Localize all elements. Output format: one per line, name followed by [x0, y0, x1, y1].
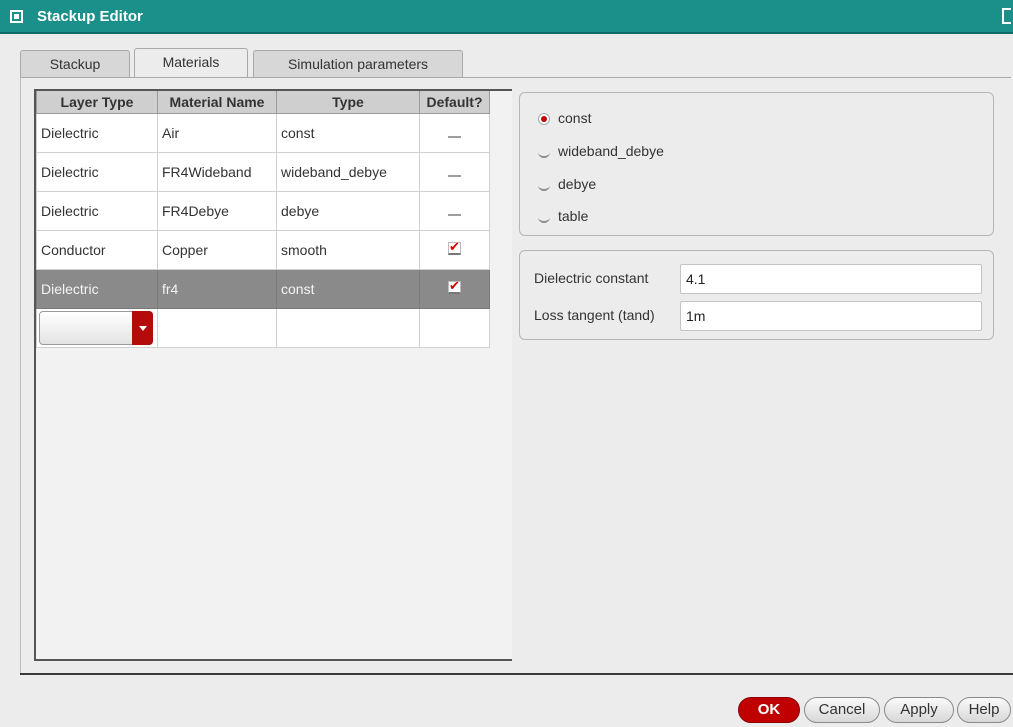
cell-layer-type[interactable]: Dielectric — [36, 112, 158, 153]
help-button[interactable]: Help — [957, 697, 1011, 723]
divider — [20, 673, 1013, 675]
cell-material-name[interactable]: Air — [157, 112, 277, 153]
cell-default-new[interactable] — [419, 307, 490, 348]
column-header-material-name[interactable]: Material Name — [157, 91, 277, 114]
cell-material-name[interactable]: FR4Debye — [157, 190, 277, 231]
table-row-selected[interactable]: Dielectric fr4 const — [36, 268, 490, 309]
tab-simulation-parameters[interactable]: Simulation parameters — [253, 50, 463, 78]
radio-icon[interactable] — [538, 146, 550, 158]
cell-type[interactable]: wideband_debye — [276, 151, 420, 192]
radio-label: wideband_debye — [558, 143, 664, 159]
cell-type[interactable]: const — [276, 112, 420, 153]
radio-selected-icon[interactable] — [538, 113, 550, 125]
table-row[interactable]: Dielectric FR4Debye debye — [36, 190, 490, 231]
cell-default — [419, 229, 490, 270]
properties-group: Dielectric constant Loss tangent (tand) — [519, 250, 994, 340]
radio-label: const — [558, 110, 592, 126]
title-bar: Stackup Editor — [0, 0, 1013, 34]
radio-icon[interactable] — [538, 211, 550, 223]
cell-type[interactable]: const — [276, 268, 420, 309]
tab-materials[interactable]: Materials — [134, 48, 248, 78]
ok-button[interactable]: OK — [738, 697, 800, 723]
chevron-down-icon[interactable] — [132, 310, 153, 345]
default-checkbox-checked[interactable] — [448, 278, 461, 294]
table-row[interactable]: Dielectric Air const — [36, 112, 490, 153]
cell-default — [419, 268, 490, 309]
table-row-new[interactable] — [36, 307, 490, 348]
dielectric-constant-label: Dielectric constant — [534, 270, 649, 286]
cell-default — [419, 112, 490, 153]
model-type-group: const wideband_debye debye table — [519, 92, 994, 236]
cell-material-name[interactable]: Copper — [157, 229, 277, 270]
radio-table[interactable]: table — [538, 206, 588, 226]
cell-type-new[interactable] — [276, 307, 420, 348]
table-row[interactable]: Conductor Copper smooth — [36, 229, 490, 270]
tab-stackup[interactable]: Stackup — [20, 50, 130, 78]
layer-type-dropdown[interactable] — [39, 310, 153, 345]
window-menu-icon[interactable] — [10, 10, 23, 23]
column-header-type[interactable]: Type — [276, 91, 420, 114]
loss-tangent-label: Loss tangent (tand) — [534, 307, 655, 323]
materials-table-container: Layer Type Material Name Type Default? D… — [34, 89, 512, 661]
cell-material-name[interactable]: FR4Wideband — [157, 151, 277, 192]
cancel-button[interactable]: Cancel — [804, 697, 880, 723]
default-checkbox[interactable] — [448, 164, 461, 177]
cell-type[interactable]: debye — [276, 190, 420, 231]
column-header-layer-type[interactable]: Layer Type — [36, 91, 158, 114]
default-checkbox[interactable] — [448, 125, 461, 138]
default-checkbox[interactable] — [448, 203, 461, 216]
cell-material-name[interactable]: fr4 — [157, 268, 277, 309]
maximize-icon[interactable] — [1002, 8, 1011, 24]
cell-material-name-new[interactable] — [157, 307, 277, 348]
radio-label: debye — [558, 176, 597, 192]
dielectric-constant-input[interactable] — [680, 264, 982, 294]
materials-table: Layer Type Material Name Type Default? D… — [36, 91, 490, 348]
radio-icon[interactable] — [538, 179, 550, 191]
cell-default — [419, 190, 490, 231]
cell-layer-type-new — [36, 307, 158, 348]
radio-debye[interactable]: debye — [538, 174, 596, 194]
cell-type[interactable]: smooth — [276, 229, 420, 270]
default-checkbox-checked[interactable] — [448, 239, 461, 255]
loss-tangent-input[interactable] — [680, 301, 982, 331]
column-header-default[interactable]: Default? — [419, 91, 490, 114]
cell-layer-type[interactable]: Dielectric — [36, 268, 158, 309]
cell-layer-type[interactable]: Dielectric — [36, 190, 158, 231]
radio-label: table — [558, 208, 589, 224]
table-row[interactable]: Dielectric FR4Wideband wideband_debye — [36, 151, 490, 192]
window-title: Stackup Editor — [37, 8, 143, 25]
cell-default — [419, 151, 490, 192]
apply-button[interactable]: Apply — [884, 697, 954, 723]
radio-wideband-debye[interactable]: wideband_debye — [538, 141, 664, 161]
radio-const[interactable]: const — [538, 108, 591, 128]
cell-layer-type[interactable]: Conductor — [36, 229, 158, 270]
cell-layer-type[interactable]: Dielectric — [36, 151, 158, 192]
